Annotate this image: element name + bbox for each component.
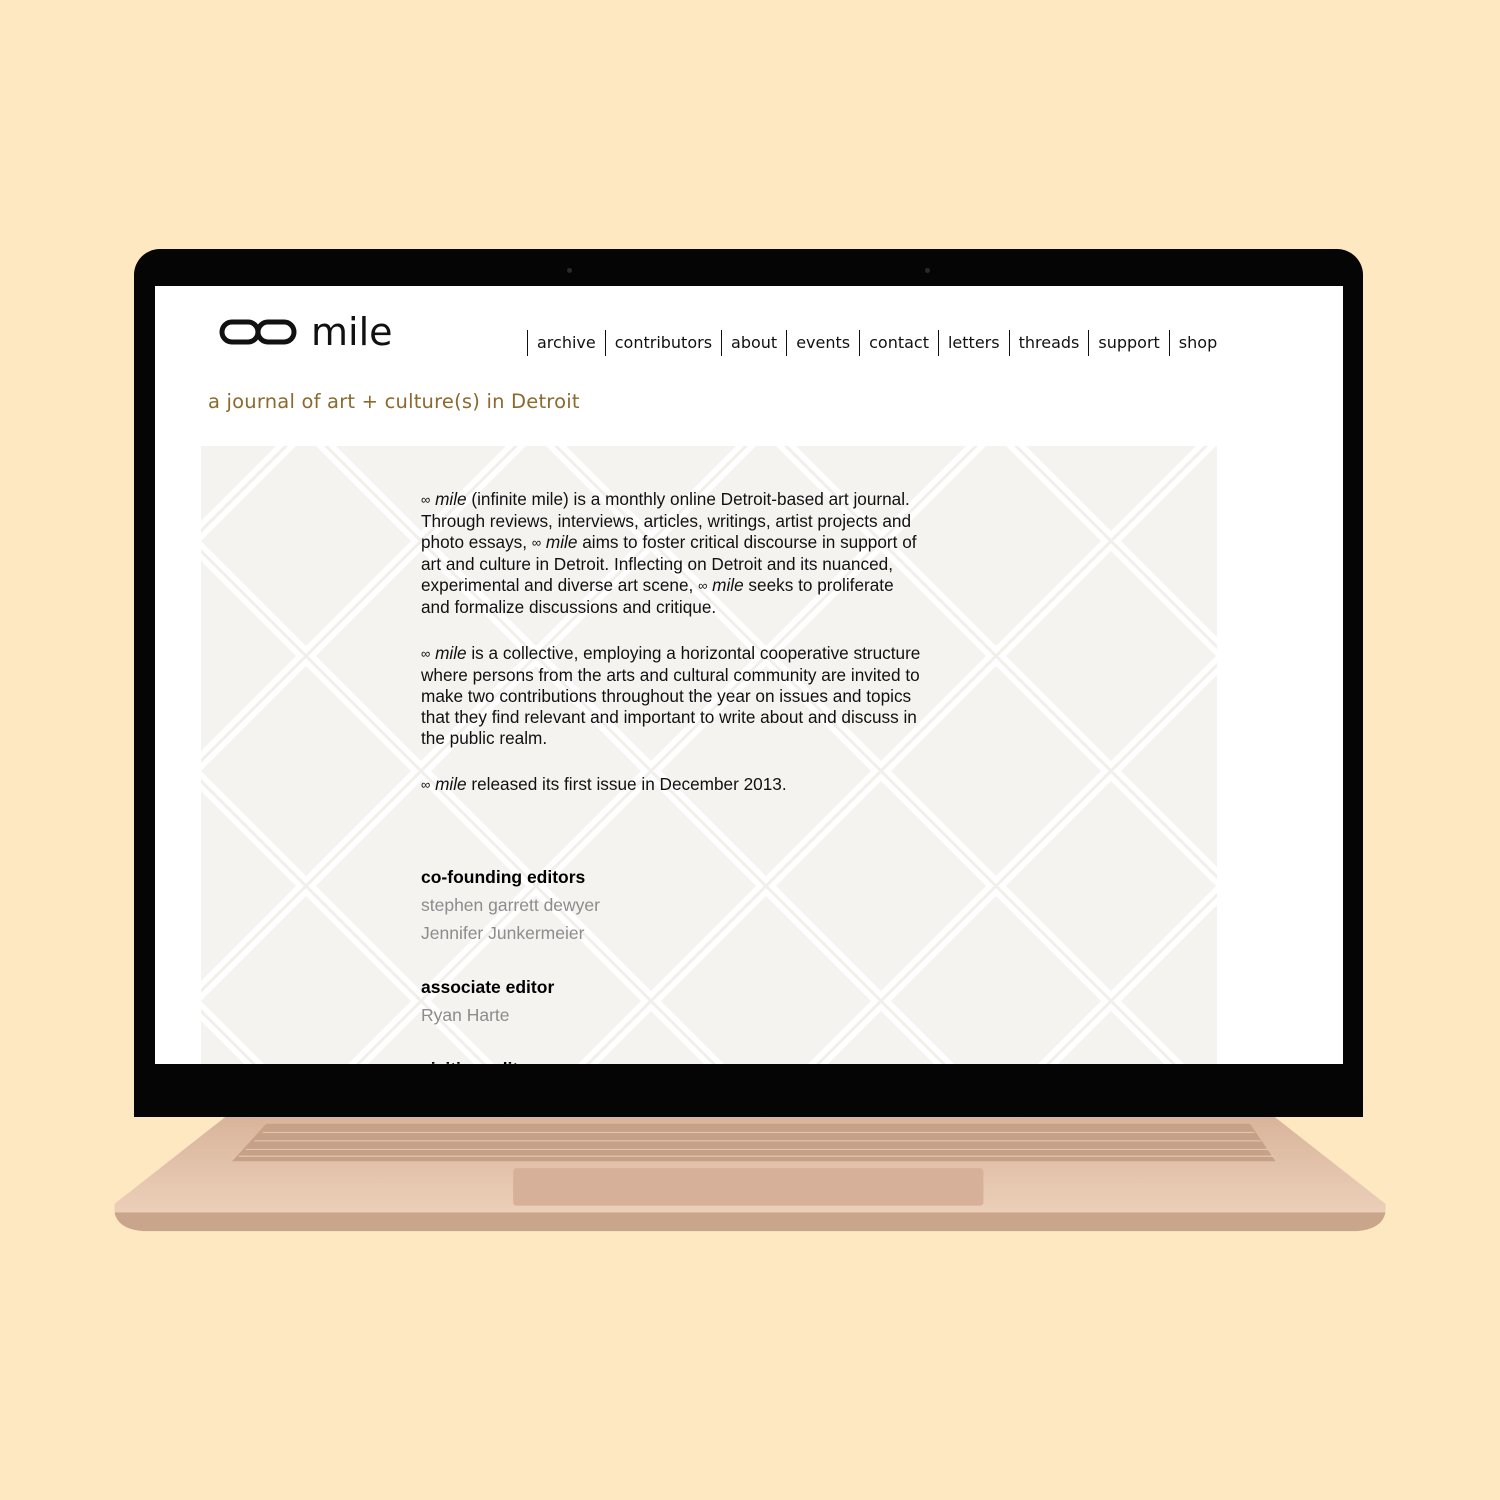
nav-archive[interactable]: archive bbox=[527, 330, 605, 356]
infinity-symbol: ∞ bbox=[421, 777, 431, 792]
nav-support[interactable]: support bbox=[1088, 330, 1168, 356]
editor-name[interactable]: Jennifer Junkermeier bbox=[421, 919, 921, 947]
webcam-dot bbox=[567, 268, 572, 273]
about-paragraph-1: ∞ mile (infinite mile) is a monthly onli… bbox=[421, 489, 921, 618]
brand-name: mile bbox=[435, 774, 467, 794]
editor-credits: co-founding editors stephen garrett dewy… bbox=[421, 863, 921, 1064]
nav-letters[interactable]: letters bbox=[937, 330, 1009, 356]
about-paragraph-2: ∞ mile is a collective, employing a hori… bbox=[421, 643, 921, 749]
brand-name: mile bbox=[435, 489, 467, 509]
about-article: ∞ mile (infinite mile) is a monthly onli… bbox=[421, 489, 921, 821]
infinity-logo-icon bbox=[219, 319, 297, 345]
site-logo[interactable]: mile bbox=[219, 312, 393, 352]
brand-name: mile bbox=[712, 575, 744, 595]
keyboard-icon bbox=[232, 1123, 1276, 1162]
nav-shop[interactable]: shop bbox=[1168, 330, 1226, 356]
main-nav: archive contributors about events contac… bbox=[527, 330, 1226, 356]
laptop-base bbox=[114, 1117, 1386, 1232]
site-tagline: a journal of art + culture(s) in Detroit bbox=[208, 390, 580, 413]
laptop-screen: mile archive contributors about events c… bbox=[155, 286, 1343, 1064]
associate-editor-heading: associate editor bbox=[421, 977, 555, 997]
infinity-symbol: ∞ bbox=[421, 646, 431, 661]
infinity-symbol: ∞ bbox=[698, 578, 708, 593]
infinity-symbol: ∞ bbox=[531, 535, 542, 550]
visiting-editor-block: visiting editor bbox=[421, 1055, 921, 1064]
associate-editor-block: associate editor Ryan Harte bbox=[421, 973, 921, 1029]
nav-contact[interactable]: contact bbox=[859, 330, 938, 356]
sensor-dot bbox=[925, 268, 930, 273]
logo-text: mile bbox=[311, 310, 393, 354]
visiting-editor-heading: visiting editor bbox=[421, 1055, 921, 1064]
nav-about[interactable]: about bbox=[721, 330, 786, 356]
nav-events[interactable]: events bbox=[786, 330, 859, 356]
infinity-symbol: ∞ bbox=[421, 492, 431, 507]
cofounding-editors-block: co-founding editors stephen garrett dewy… bbox=[421, 863, 921, 947]
brand-name: mile bbox=[545, 532, 578, 552]
trackpad-icon bbox=[513, 1168, 984, 1206]
about-text: is a collective, employing a horizontal … bbox=[421, 643, 921, 748]
about-text: released its first issue in December 201… bbox=[466, 774, 787, 794]
nav-contributors[interactable]: contributors bbox=[604, 330, 721, 356]
editor-name[interactable]: Ryan Harte bbox=[421, 1001, 921, 1029]
cofounding-editors-heading: co-founding editors bbox=[421, 867, 586, 887]
nav-threads[interactable]: threads bbox=[1008, 330, 1089, 356]
about-paragraph-3: ∞ mile released its first issue in Decem… bbox=[421, 774, 921, 796]
editor-name[interactable]: stephen garrett dewyer bbox=[421, 891, 921, 919]
brand-name: mile bbox=[435, 643, 467, 663]
